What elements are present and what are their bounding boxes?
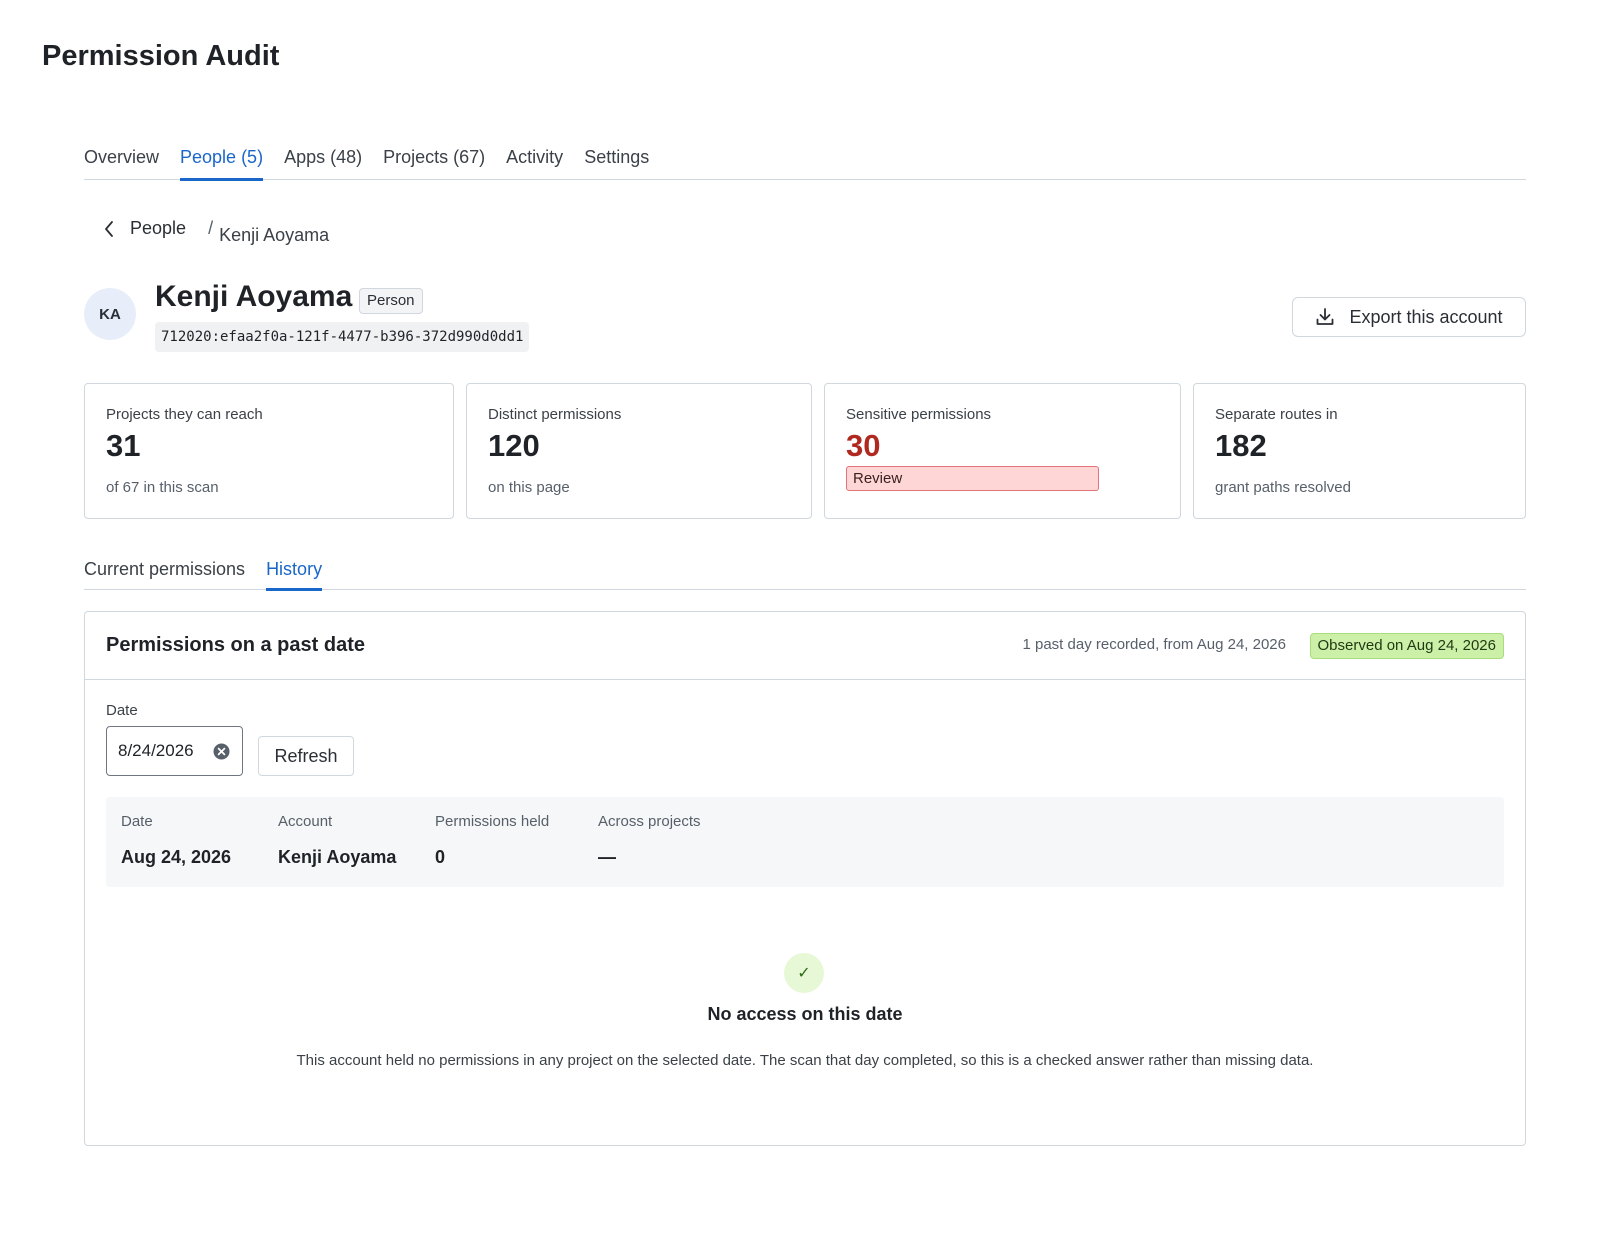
summary-header: Account: [278, 813, 333, 830]
review-badge: Review: [846, 466, 1099, 491]
clear-icon[interactable]: [213, 743, 230, 760]
stat-card-distinct-permissions: Distinct permissions 120 on this page: [466, 383, 812, 519]
stat-card-routes: Separate routes in 182 grant paths resol…: [1193, 383, 1526, 519]
detail-tabs: Current permissions History: [84, 558, 1526, 591]
stat-subtext: on this page: [488, 479, 570, 496]
summary-column-permissions-held: Permissions held 0: [435, 813, 549, 868]
download-icon: [1317, 308, 1334, 325]
history-summary: Date Aug 24, 2026 Account Kenji Aoyama P…: [106, 797, 1504, 887]
history-panel-header: Permissions on a past date 1 past day re…: [85, 612, 1525, 680]
tab-history[interactable]: History: [266, 558, 323, 591]
stat-value: 182: [1215, 428, 1267, 463]
stat-subtext: grant paths resolved: [1215, 479, 1351, 496]
summary-value: Kenji Aoyama: [278, 847, 397, 867]
summary-value: —: [598, 847, 616, 867]
tab-settings[interactable]: Settings: [584, 146, 649, 180]
stat-value: 120: [488, 428, 540, 463]
stat-label: Separate routes in: [1215, 406, 1338, 423]
breadcrumb-back-label: People: [130, 218, 187, 238]
tab-overview[interactable]: Overview: [84, 146, 159, 180]
summary-header: Across projects: [598, 813, 701, 830]
stat-card-sensitive-permissions: Sensitive permissions 30 Review: [824, 383, 1181, 519]
date-field-label: Date: [106, 702, 138, 719]
stat-label: Projects they can reach: [106, 406, 263, 423]
summary-header: Date: [121, 813, 153, 830]
observed-badge: Observed on Aug 24, 2026: [1309, 633, 1504, 659]
summary-column-account: Account Kenji Aoyama: [278, 813, 396, 868]
breadcrumb-current: Kenji Aoyama: [219, 225, 330, 245]
summary-header: Permissions held: [435, 813, 550, 830]
check-icon: ✓: [784, 953, 824, 993]
empty-state-title: No access on this date: [707, 1004, 903, 1024]
stat-subtext: of 67 in this scan: [106, 479, 219, 496]
stat-label: Sensitive permissions: [846, 406, 992, 423]
breadcrumb-separator: /: [208, 218, 214, 238]
summary-value: 0: [435, 847, 446, 867]
history-panel: Permissions on a past date 1 past day re…: [84, 611, 1526, 1146]
tab-projects[interactable]: Projects (67): [383, 146, 485, 180]
person-type-badge: Person: [359, 288, 423, 314]
date-input[interactable]: 8/24/2026: [106, 726, 243, 776]
export-account-label: Export this account: [1349, 306, 1503, 327]
stat-value: 30: [846, 428, 881, 463]
account-id: 712020:efaa2f0a-121f-4477-b396-372d990d0…: [155, 322, 530, 352]
history-meta: 1 past day recorded, from Aug 24, 2026: [1022, 636, 1286, 653]
avatar: KA: [84, 288, 136, 340]
tab-activity[interactable]: Activity: [506, 146, 563, 180]
main-tabs: Overview People (5) Apps (48) Projects (…: [84, 146, 1526, 181]
stat-card-projects: Projects they can reach 31 of 67 in this…: [84, 383, 454, 519]
date-input-value: 8/24/2026: [118, 741, 194, 760]
breadcrumb: People / Kenji Aoyama: [104, 218, 329, 246]
export-account-button[interactable]: Export this account: [1292, 297, 1526, 337]
summary-column-across-projects: Across projects —: [598, 813, 701, 868]
empty-state-description: This account held no permissions in any …: [296, 1052, 1314, 1069]
summary-value: Aug 24, 2026: [121, 847, 232, 867]
app-title: Permission Audit: [42, 40, 280, 72]
tab-current-permissions[interactable]: Current permissions: [84, 558, 245, 590]
chevron-left-icon: [105, 220, 113, 237]
tab-apps[interactable]: Apps (48): [284, 146, 362, 180]
breadcrumb-back-link[interactable]: People: [104, 218, 186, 239]
stat-value: 31: [106, 428, 141, 463]
person-name: Kenji Aoyama: [155, 280, 353, 313]
history-panel-title: Permissions on a past date: [106, 634, 365, 656]
tab-people[interactable]: People (5): [180, 146, 264, 181]
stat-label: Distinct permissions: [488, 406, 622, 423]
summary-column-date: Date Aug 24, 2026: [121, 813, 231, 868]
refresh-button[interactable]: Refresh: [258, 736, 354, 776]
